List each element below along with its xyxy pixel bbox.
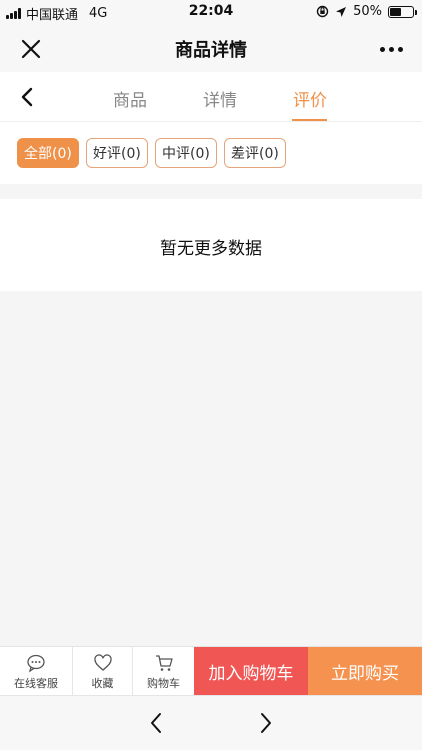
tab-reviews[interactable]: 评价 [293, 86, 327, 111]
chat-icon [27, 654, 45, 672]
service-button[interactable]: 在线客服 [0, 647, 73, 696]
service-label: 在线客服 [14, 676, 58, 690]
filter-neutral[interactable]: 中评(0) [155, 138, 217, 168]
status-right: 50% [316, 4, 417, 19]
favorite-label: 收藏 [91, 676, 114, 690]
more-dot [388, 46, 394, 52]
filter-negative[interactable]: 差评(0) [224, 138, 286, 168]
action-bar: 在线客服 收藏 购物车 加入购物车 立即购买 [0, 646, 422, 696]
heart-icon [93, 653, 112, 671]
more-dot [379, 46, 385, 52]
tabs-header: 商品 详情 评价 [0, 72, 422, 122]
cart-label: 购物车 [147, 676, 180, 690]
review-filters: 全部(0) 好评(0) 中评(0) 差评(0) [0, 122, 422, 184]
battery-percent: 50% [353, 4, 382, 19]
browser-nav [0, 695, 422, 750]
empty-message: 暂无更多数据 [160, 239, 262, 259]
status-bar: 中国联通 4G 22:04 50% [0, 0, 422, 24]
tab-active-indicator [292, 119, 327, 121]
battery-icon [388, 5, 417, 18]
battery-fill [390, 7, 401, 16]
page-title: 商品详情 [175, 40, 247, 61]
location-icon [336, 6, 347, 17]
empty-state: 暂无更多数据 [0, 199, 422, 291]
filter-all[interactable]: 全部(0) [17, 138, 79, 168]
chevron-right-icon[interactable] [254, 709, 278, 737]
tab-details[interactable]: 详情 [203, 86, 237, 111]
cart-button[interactable]: 购物车 [133, 647, 194, 696]
more-icon[interactable] [376, 36, 406, 62]
filter-positive[interactable]: 好评(0) [86, 138, 148, 168]
favorite-button[interactable]: 收藏 [73, 647, 133, 696]
title-bar: 商品详情 [0, 24, 422, 72]
tab-product[interactable]: 商品 [113, 86, 147, 111]
chevron-left-icon[interactable] [16, 84, 38, 110]
buy-now-button[interactable]: 立即购买 [308, 647, 422, 696]
rotation-lock-icon [316, 5, 329, 18]
cart-icon [155, 654, 173, 671]
more-dot [397, 46, 403, 52]
add-to-cart-button[interactable]: 加入购物车 [194, 647, 308, 696]
chevron-left-icon[interactable] [144, 709, 168, 737]
